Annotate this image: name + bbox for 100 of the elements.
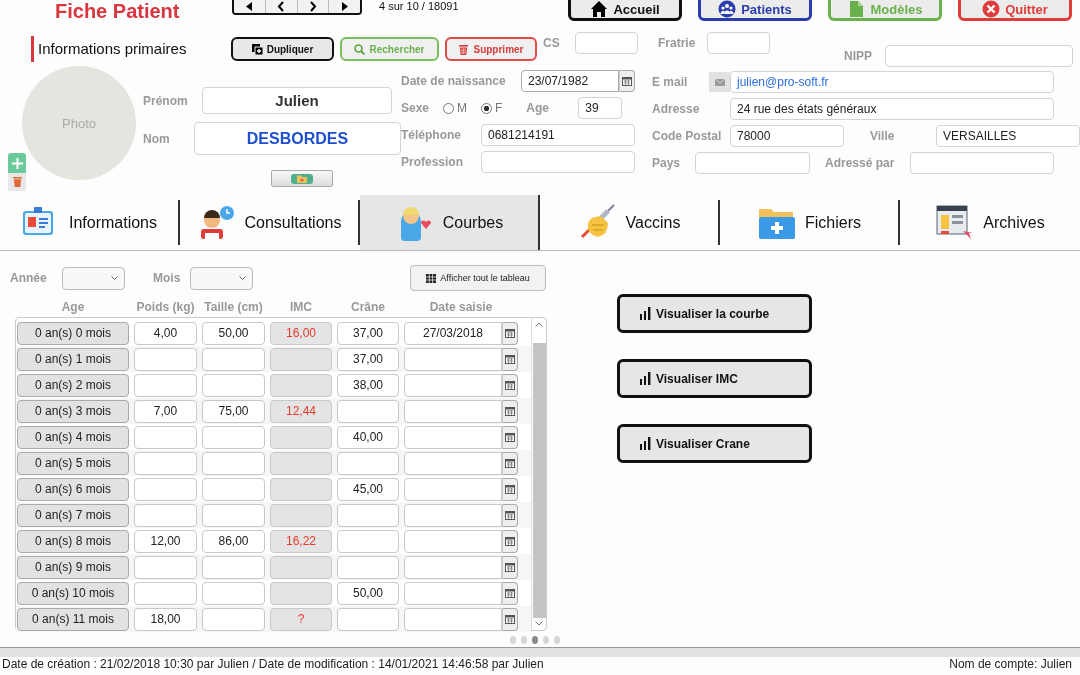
table-cell[interactable] bbox=[134, 347, 197, 371]
tab[interactable]: Courbes bbox=[360, 195, 540, 250]
table-cell[interactable] bbox=[202, 477, 265, 501]
scrollbar[interactable] bbox=[531, 318, 546, 630]
radio-button[interactable] bbox=[481, 102, 492, 114]
tab[interactable]: Archives bbox=[900, 200, 1080, 245]
text-field[interactable] bbox=[575, 32, 638, 54]
table-cell[interactable] bbox=[270, 503, 332, 527]
calendar-button[interactable] bbox=[502, 399, 518, 423]
table-cell[interactable] bbox=[202, 503, 265, 527]
calendar-button[interactable] bbox=[502, 425, 518, 449]
calendar-button[interactable] bbox=[502, 555, 518, 579]
date-field[interactable] bbox=[404, 607, 502, 631]
tab[interactable]: Vaccins bbox=[540, 200, 720, 245]
table-cell[interactable] bbox=[202, 347, 265, 371]
calendar-button[interactable] bbox=[502, 477, 518, 501]
table-cell[interactable]: 50,00 bbox=[337, 581, 399, 605]
delete-button[interactable]: Supprimer bbox=[445, 37, 537, 61]
dropdown[interactable] bbox=[190, 266, 253, 290]
last-button[interactable] bbox=[329, 0, 360, 13]
chart-button[interactable]: Visualiser IMC bbox=[617, 359, 812, 398]
table-cell[interactable]: 45,00 bbox=[337, 477, 399, 501]
text-field[interactable] bbox=[910, 152, 1054, 174]
date-field[interactable] bbox=[404, 425, 502, 449]
show-all-button[interactable]: Afficher tout le tableau bbox=[410, 265, 546, 291]
table-cell[interactable] bbox=[270, 373, 332, 397]
table-cell[interactable] bbox=[270, 477, 332, 501]
table-cell[interactable]: 50,00 bbox=[202, 321, 265, 345]
table-cell[interactable]: 38,00 bbox=[337, 373, 399, 397]
scroll-thumb[interactable] bbox=[532, 343, 546, 618]
first-button[interactable] bbox=[234, 0, 266, 13]
date-field[interactable] bbox=[404, 581, 502, 605]
table-cell[interactable] bbox=[134, 477, 197, 501]
text-field[interactable]: DESBORDES bbox=[194, 122, 401, 155]
date-field[interactable] bbox=[404, 503, 502, 527]
table-cell[interactable]: 86,00 bbox=[202, 529, 265, 553]
quit-button[interactable]: Quitter bbox=[958, 0, 1072, 21]
page-dot[interactable] bbox=[543, 636, 549, 644]
date-field[interactable] bbox=[404, 399, 502, 423]
table-cell[interactable]: 4,00 bbox=[134, 321, 197, 345]
table-cell[interactable]: 37,00 bbox=[337, 321, 399, 345]
text-field[interactable]: 0681214191 bbox=[481, 124, 635, 146]
date-field[interactable] bbox=[404, 451, 502, 475]
patients-button[interactable]: Patients bbox=[698, 0, 812, 21]
table-cell[interactable] bbox=[337, 529, 399, 553]
table-cell[interactable] bbox=[337, 503, 399, 527]
duplicate-button[interactable]: Dupliquer bbox=[231, 37, 334, 61]
tab[interactable]: Fichiers bbox=[720, 200, 900, 245]
text-field[interactable] bbox=[481, 151, 635, 173]
calendar-button[interactable] bbox=[502, 503, 518, 527]
table-cell[interactable]: 40,00 bbox=[337, 425, 399, 449]
table-cell[interactable] bbox=[270, 347, 332, 371]
table-cell[interactable] bbox=[134, 555, 197, 579]
table-cell[interactable] bbox=[134, 503, 197, 527]
table-cell[interactable] bbox=[202, 451, 265, 475]
table-cell[interactable] bbox=[134, 425, 197, 449]
date-field[interactable] bbox=[404, 555, 502, 579]
calendar-button[interactable] bbox=[502, 321, 518, 345]
date-field[interactable]: 23/07/1982 bbox=[521, 70, 619, 92]
table-cell[interactable] bbox=[270, 451, 332, 475]
page-dot[interactable] bbox=[521, 636, 527, 644]
date-field[interactable] bbox=[404, 529, 502, 553]
table-cell[interactable] bbox=[270, 555, 332, 579]
home-button[interactable]: Accueil bbox=[568, 0, 682, 21]
text-field[interactable]: Julien bbox=[202, 87, 392, 114]
table-cell[interactable] bbox=[270, 425, 332, 449]
calendar-button[interactable] bbox=[502, 607, 518, 631]
table-cell[interactable] bbox=[337, 451, 399, 475]
chart-button[interactable]: Visualiser Crane bbox=[617, 424, 812, 463]
page-dot[interactable] bbox=[554, 636, 560, 644]
table-cell[interactable] bbox=[202, 373, 265, 397]
chart-button[interactable]: Visualiser la courbe bbox=[617, 294, 812, 333]
radio-button[interactable] bbox=[443, 102, 454, 114]
previous-button[interactable] bbox=[265, 0, 298, 13]
dropdown[interactable] bbox=[62, 266, 125, 290]
table-cell[interactable] bbox=[202, 581, 265, 605]
text-field[interactable]: 24 rue des états généraux bbox=[730, 98, 1054, 120]
table-cell[interactable] bbox=[202, 555, 265, 579]
tab[interactable]: Informations bbox=[0, 200, 180, 245]
table-cell[interactable] bbox=[134, 451, 197, 475]
text-field[interactable]: 78000 bbox=[730, 125, 844, 147]
next-button[interactable] bbox=[297, 0, 330, 13]
table-cell[interactable]: 12,00 bbox=[134, 529, 197, 553]
date-field[interactable] bbox=[404, 477, 502, 501]
table-cell[interactable] bbox=[202, 425, 265, 449]
calendar-button[interactable] bbox=[502, 581, 518, 605]
table-cell[interactable]: 37,00 bbox=[337, 347, 399, 371]
table-cell[interactable]: 75,00 bbox=[202, 399, 265, 423]
calendar-button[interactable] bbox=[502, 347, 518, 371]
folder-button[interactable] bbox=[271, 170, 333, 187]
page-dot[interactable] bbox=[510, 636, 516, 644]
delete-photo-button[interactable] bbox=[8, 173, 26, 191]
calendar-button[interactable] bbox=[502, 529, 518, 553]
calendar-button[interactable] bbox=[619, 70, 635, 92]
table-cell[interactable] bbox=[134, 373, 197, 397]
text-field[interactable] bbox=[707, 32, 770, 54]
table-cell[interactable] bbox=[134, 581, 197, 605]
text-field[interactable] bbox=[695, 152, 810, 174]
text-field[interactable]: 39 bbox=[578, 97, 623, 119]
text-field[interactable]: julien@pro-soft.fr bbox=[730, 71, 1054, 93]
